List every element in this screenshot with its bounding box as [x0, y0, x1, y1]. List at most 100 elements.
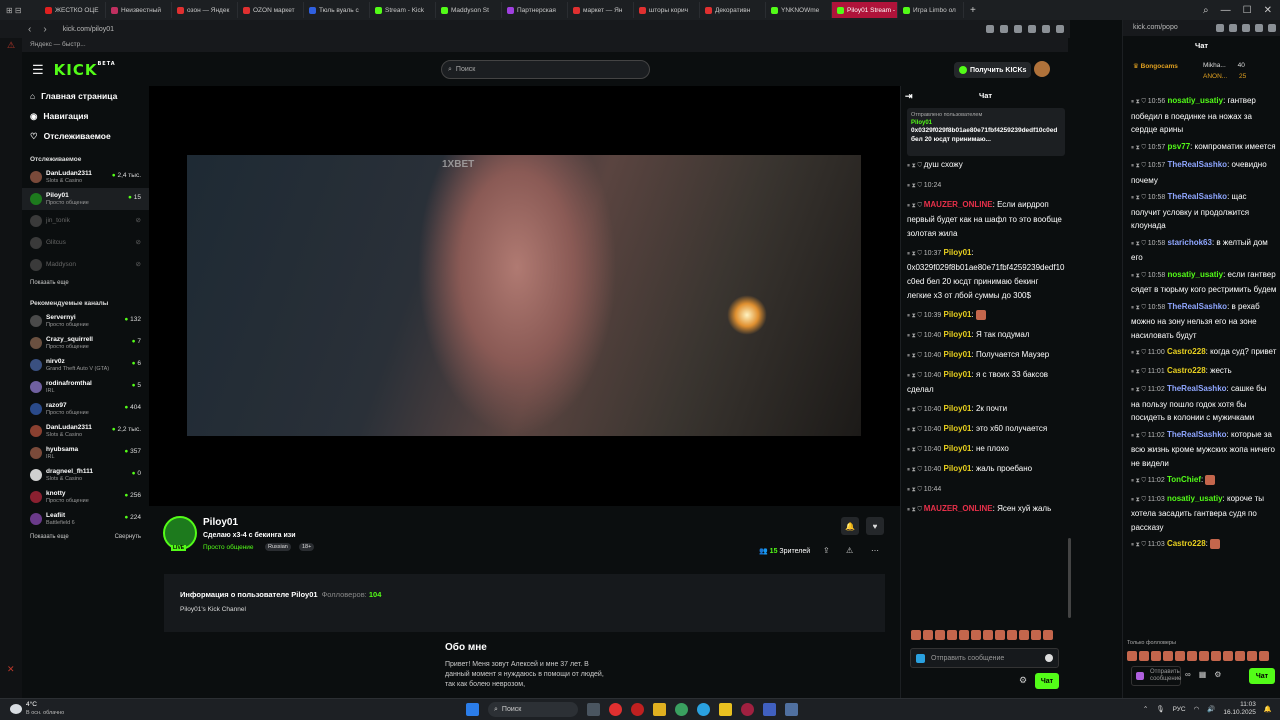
emote-icon[interactable]	[947, 630, 957, 640]
get-kicks-button[interactable]: Получить KICKs	[954, 62, 1032, 78]
emote-icon[interactable]	[935, 630, 945, 640]
search-icon[interactable]: ⌕	[1203, 5, 1209, 16]
app-icon[interactable]	[763, 703, 776, 716]
popup-send-button[interactable]: Чат	[1249, 668, 1275, 684]
browser-tab[interactable]: Игра Limbo ол	[898, 2, 964, 18]
browser-tab[interactable]: YNKNOWme	[766, 2, 832, 18]
sidebar-channel[interactable]: Servernyi Просто общение ● 132	[22, 310, 149, 332]
streamer-name[interactable]: Piloy01	[203, 517, 238, 528]
extension-icon[interactable]	[1229, 24, 1237, 32]
emote-icon[interactable]	[983, 630, 993, 640]
browser-tab[interactable]: шторы корич	[634, 2, 700, 18]
message-username[interactable]: Piloy01	[943, 424, 971, 433]
gear-icon[interactable]: ⚙	[1214, 670, 1221, 679]
message-username[interactable]: Castro228	[1167, 539, 1206, 548]
message-username[interactable]: TonChief	[1167, 475, 1201, 484]
bookmark-item[interactable]: Яндекс — быстр...	[30, 41, 86, 48]
browser-tab[interactable]: Тюль вуаль с	[304, 2, 370, 18]
emote-icon[interactable]	[1211, 651, 1221, 661]
browser-tab[interactable]: маркет — Ян	[568, 2, 634, 18]
emote-icon[interactable]	[1031, 630, 1041, 640]
chat-send-button[interactable]: Чат	[1035, 673, 1059, 689]
stream-tag[interactable]: 18+	[299, 543, 315, 551]
wifi-icon[interactable]: ◠	[1194, 705, 1200, 713]
message-username[interactable]: TheRealSashko	[1167, 160, 1227, 169]
sidebar-channel[interactable]: razo97 Просто общение ● 404	[22, 398, 149, 420]
message-username[interactable]: Piloy01	[943, 350, 971, 359]
scrollbar-thumb[interactable]	[1068, 538, 1071, 618]
windows-start-icon[interactable]	[466, 703, 479, 716]
show-more-link[interactable]: Показать еще	[22, 276, 149, 290]
glasses-icon[interactable]: ∞	[1185, 670, 1191, 679]
message-username[interactable]: nosatiy_usatiy	[1167, 270, 1223, 279]
popup-chat-input[interactable]: Отправить сообщение	[1131, 666, 1181, 686]
yandex-browser-icon[interactable]	[609, 703, 622, 716]
kick-logo[interactable]: KICKBETA	[54, 61, 116, 79]
show-more-link[interactable]: Показать еще	[30, 530, 69, 544]
taskbar-search[interactable]: ⌕ Поиск	[488, 702, 578, 717]
extension-icon[interactable]	[1242, 24, 1250, 32]
sidebar-channel[interactable]: Piloy01 Просто общение ● 15	[22, 188, 149, 210]
emote-icon[interactable]	[1175, 651, 1185, 661]
message-username[interactable]: TheRealSashko	[1167, 192, 1227, 201]
emote-icon[interactable]	[911, 630, 921, 640]
message-username[interactable]: Piloy01	[943, 370, 971, 379]
mic-icon[interactable]: 🎙	[1156, 705, 1164, 713]
follow-heart-button[interactable]: ♥	[866, 517, 884, 535]
app-icon[interactable]	[631, 703, 644, 716]
emote-icon[interactable]	[995, 630, 1005, 640]
telegram-icon[interactable]	[697, 703, 710, 716]
emote-icon[interactable]	[923, 630, 933, 640]
message-username[interactable]: Castro228	[1167, 347, 1206, 356]
browser-tab[interactable]: Stream - Kick	[370, 2, 436, 18]
extension-icon[interactable]	[1056, 25, 1064, 33]
sidebar-channel[interactable]: Crazy_squirrell Просто общение ● 7	[22, 332, 149, 354]
sidebar-channel[interactable]: Maddyson ⊘	[22, 254, 149, 276]
emote-icon[interactable]	[1199, 651, 1209, 661]
message-username[interactable]: Castro228	[1167, 366, 1206, 375]
message-username[interactable]: nosatiy_usatiy	[1167, 96, 1223, 105]
extension-icon[interactable]	[1216, 24, 1224, 32]
browser-tab[interactable]: Maddyson St	[436, 2, 502, 18]
extension-icon[interactable]	[1028, 25, 1036, 33]
message-username[interactable]: Piloy01	[943, 248, 971, 257]
forward-icon[interactable]: ›	[43, 24, 46, 35]
extension-icon[interactable]	[1042, 25, 1050, 33]
back-icon[interactable]: ‹	[28, 24, 31, 35]
browser-tab[interactable]: OZON маркет	[238, 2, 304, 18]
notes-icon[interactable]	[719, 703, 732, 716]
chat-input[interactable]: Отправить сообщение	[910, 648, 1059, 668]
user-avatar[interactable]	[1034, 61, 1050, 77]
app-icon[interactable]: ✕	[7, 664, 15, 675]
emote-icon[interactable]	[1163, 651, 1173, 661]
sidebar-nav-item[interactable]: ◉ Навигация	[22, 106, 149, 126]
minimize-icon[interactable]: —	[1221, 5, 1231, 16]
browser-tab[interactable]: ЖЕСТКО ОЦЕ	[40, 2, 106, 18]
sidebar-channel[interactable]: nirv0z Grand Theft Auto V (GTA) ● 6	[22, 354, 149, 376]
stream-tag[interactable]: Russian	[265, 543, 291, 551]
stream-category[interactable]: Просто общение	[203, 544, 254, 551]
emoji-icon[interactable]	[1045, 654, 1053, 662]
sidebar-channel[interactable]: dragneel_fh111 Slots & Casino ● 0	[22, 464, 149, 486]
search-input[interactable]: ⌕ Поиск	[441, 60, 650, 79]
sidebar-channel[interactable]: jin_tonik ⊘	[22, 210, 149, 232]
sidebar-channel[interactable]: DanLudan2311 Slots & Casino ● 2,2 тыс.	[22, 420, 149, 442]
new-tab-icon[interactable]: +	[970, 5, 976, 16]
message-username[interactable]: Piloy01	[943, 404, 971, 413]
emote-icon[interactable]	[1139, 651, 1149, 661]
message-username[interactable]: psv77	[1167, 142, 1190, 151]
emote-icon[interactable]	[1247, 651, 1257, 661]
sidebar-channel[interactable]: DanLudan2311 Slots & Casino ● 2,4 тыс.	[22, 166, 149, 188]
language-indicator[interactable]: РУС	[1173, 706, 1186, 713]
extension-icon[interactable]	[1014, 25, 1022, 33]
sidebar-nav-item[interactable]: ♡ Отслеживаемое	[22, 126, 149, 146]
message-username[interactable]: Piloy01	[943, 310, 971, 319]
message-username[interactable]: Piloy01	[943, 330, 971, 339]
browser-tab[interactable]: Piloy01 Stream - Watch L	[832, 2, 898, 18]
emote-icon[interactable]	[1151, 651, 1161, 661]
bell-icon[interactable]: ⚠	[7, 40, 15, 51]
video-player[interactable]: 1XBET	[149, 86, 900, 506]
message-username[interactable]: nosatiy_usatiy	[1167, 494, 1223, 503]
chrome-icon[interactable]	[675, 703, 688, 716]
extension-icon[interactable]	[986, 25, 994, 33]
